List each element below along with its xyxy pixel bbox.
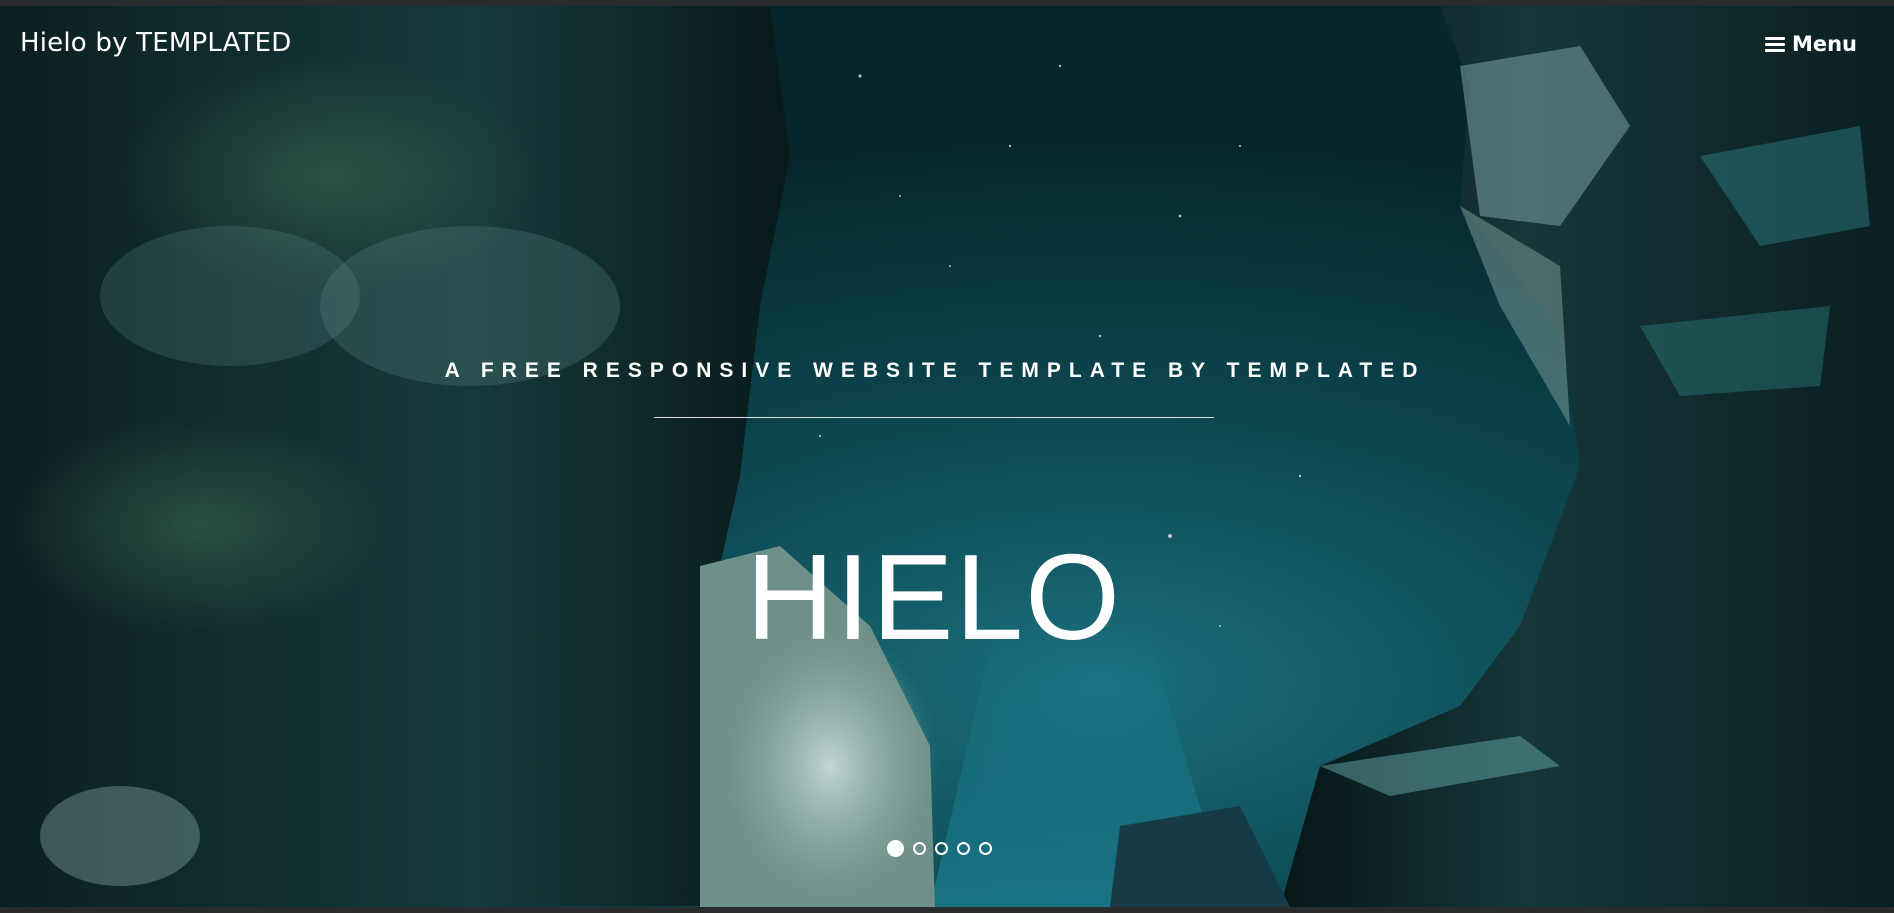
browser-frame: Hielo by TEMPLATED Menu A FREE RESPONSIV…	[0, 0, 1894, 913]
menu-label: Menu	[1791, 32, 1857, 56]
hero-background-image	[0, 6, 1894, 907]
slider-pagination	[887, 840, 992, 857]
site-brand-link[interactable]: Hielo by TEMPLATED	[20, 28, 292, 58]
slider-dot-5[interactable]	[979, 842, 992, 855]
slider-dot-2[interactable]	[913, 842, 926, 855]
menu-toggle-button[interactable]: Menu	[1764, 32, 1857, 56]
hero-headline: HIELO	[745, 528, 1123, 665]
slider-dot-3[interactable]	[935, 842, 948, 855]
slider-dot-4[interactable]	[957, 842, 970, 855]
hero-tagline: A FREE RESPONSIVE WEBSITE TEMPLATE BY TE…	[444, 359, 1426, 382]
hero-banner: Hielo by TEMPLATED Menu A FREE RESPONSIV…	[0, 6, 1894, 907]
slider-dot-1[interactable]	[887, 840, 904, 857]
hamburger-icon	[1764, 36, 1785, 52]
hero-divider	[654, 417, 1214, 418]
